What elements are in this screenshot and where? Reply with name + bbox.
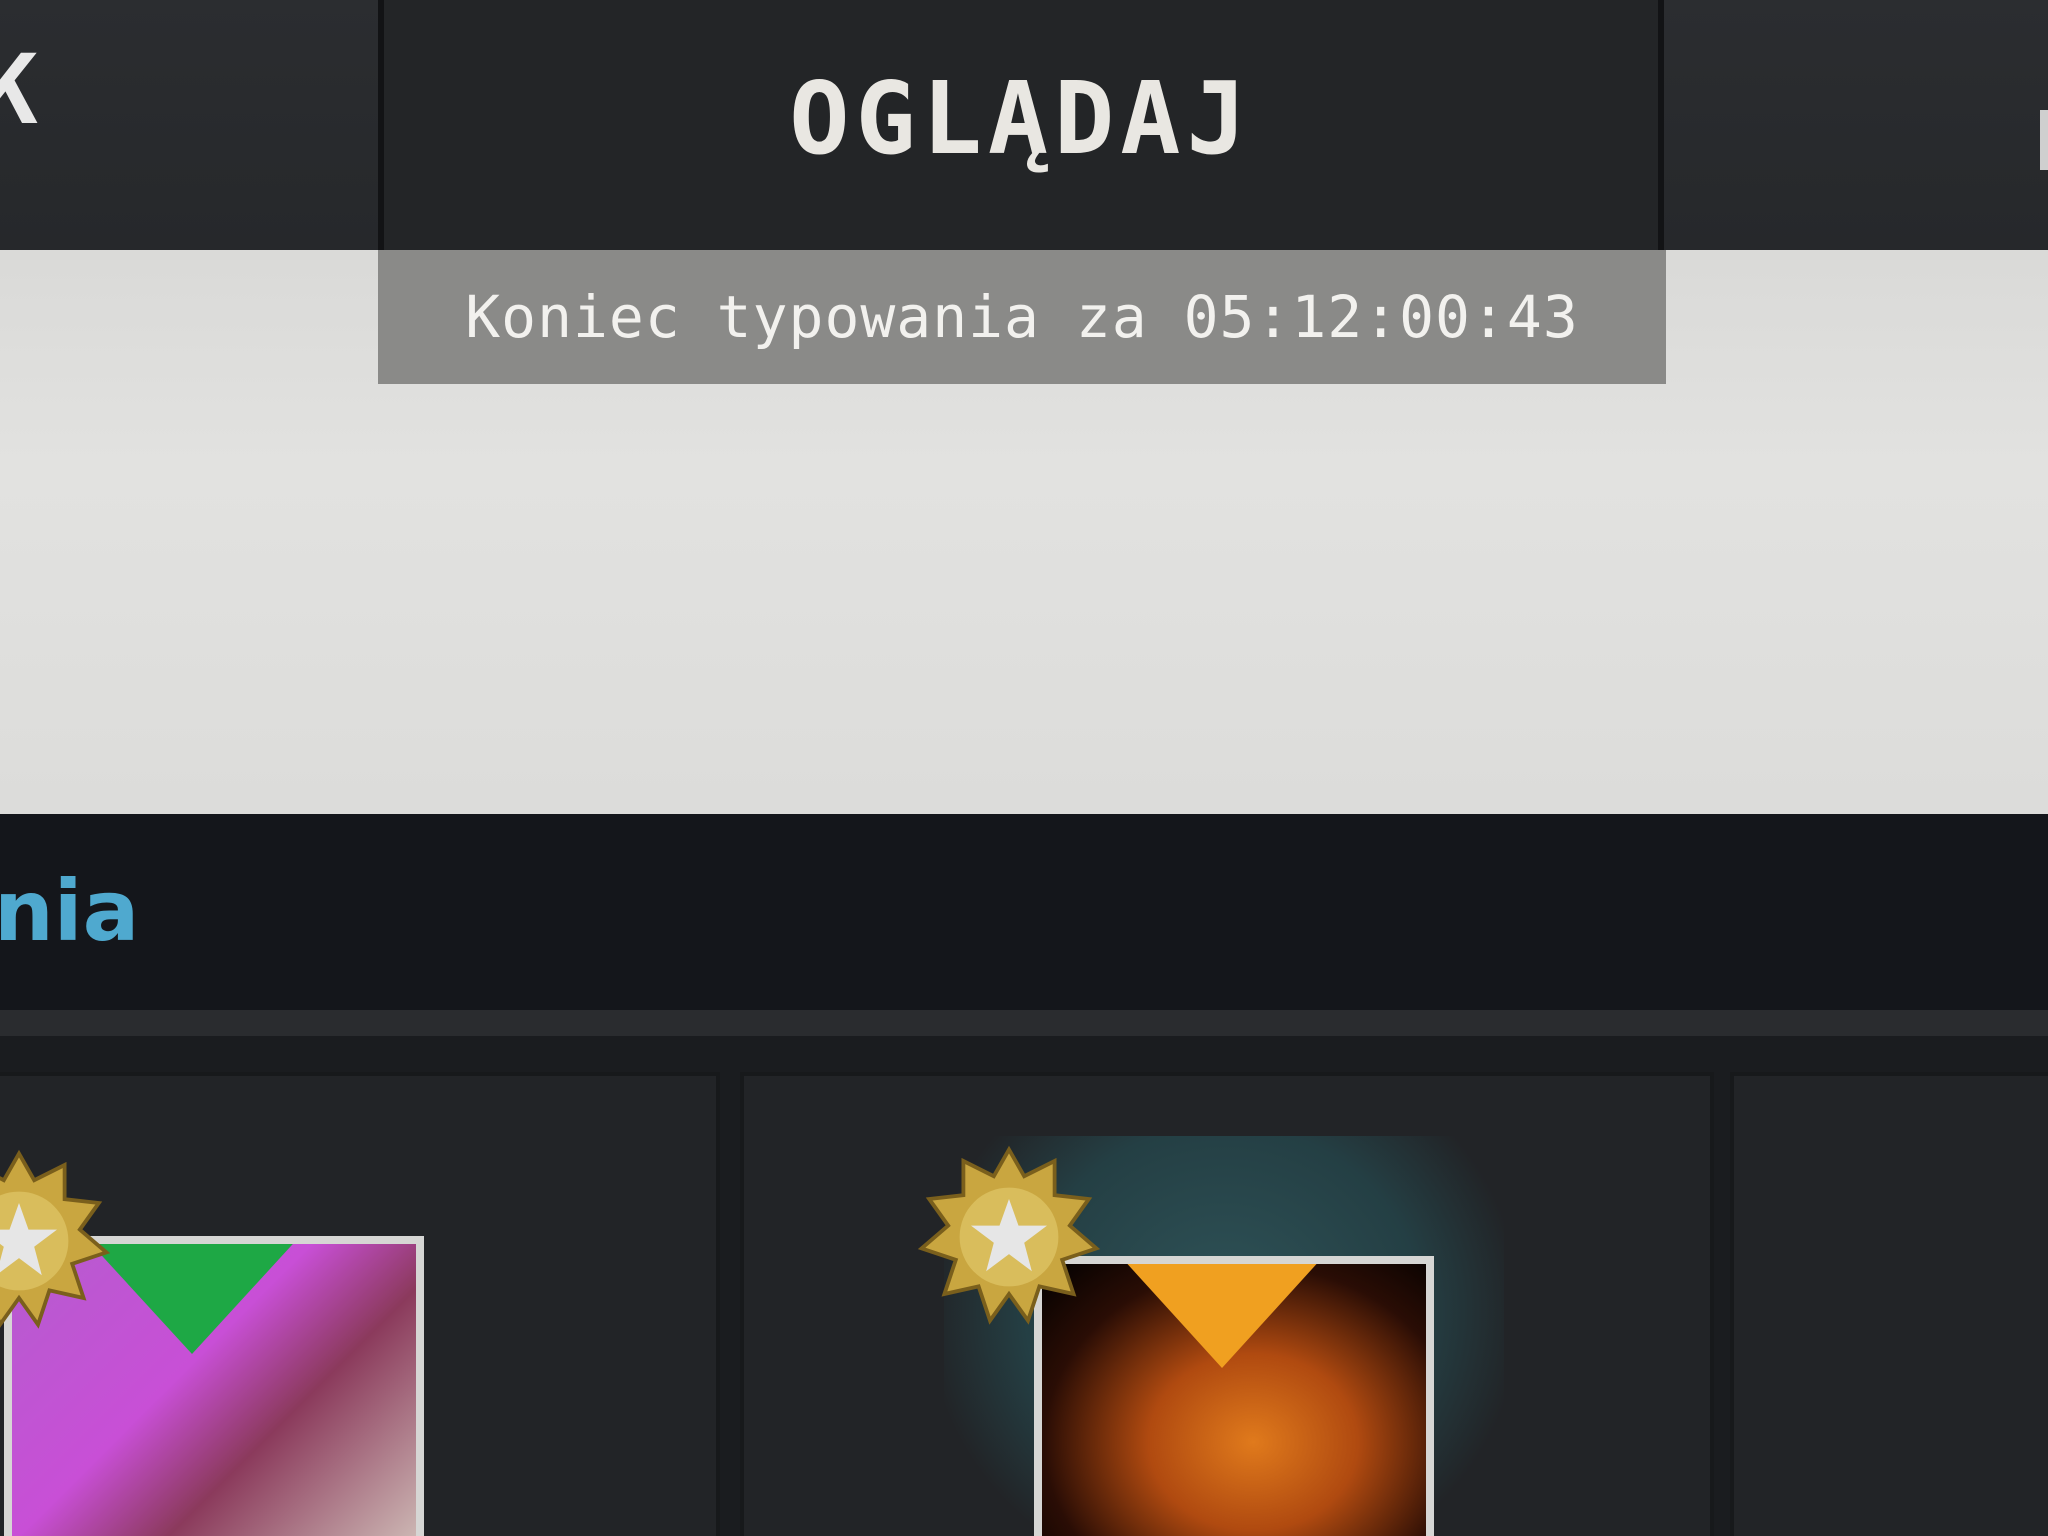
team-card[interactable] <box>740 1072 1714 1536</box>
nav-left-item[interactable]: K <box>0 40 38 140</box>
nav-right-item[interactable] <box>2040 110 2048 170</box>
ribbon-marker <box>82 1244 302 1354</box>
tab-watch[interactable]: OGLĄDAJ <box>378 0 1664 262</box>
section-header: nia <box>0 814 2048 1010</box>
section-title: nia <box>0 862 140 960</box>
pickem-countdown: Koniec typowania za 05:12:00:43 <box>378 250 1666 384</box>
team-card[interactable] <box>1730 1072 2048 1536</box>
team-card[interactable] <box>0 1072 720 1536</box>
cards-row <box>0 1010 2048 1536</box>
tab-watch-label: OGLĄDAJ <box>789 60 1253 177</box>
medal-icon <box>0 1149 111 1329</box>
screen: K OGLĄDAJ Koniec typowania za 05:12:00:4… <box>0 0 2048 1536</box>
ribbon-marker <box>1122 1264 1322 1368</box>
medal-icon <box>917 1145 1101 1325</box>
